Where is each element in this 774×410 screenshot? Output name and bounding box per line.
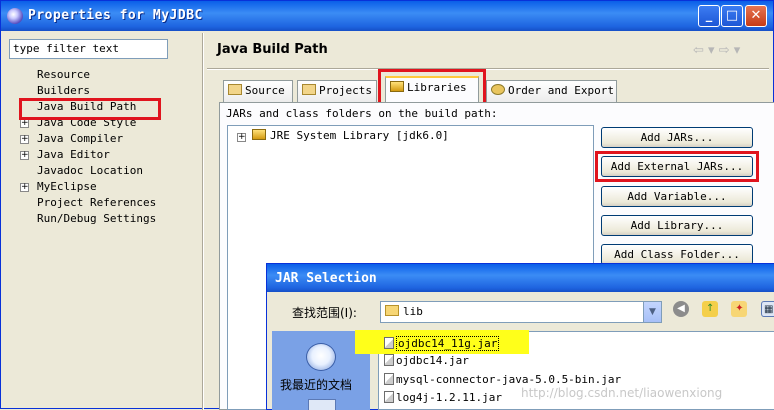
tree-item-builders[interactable]: Builders — [9, 83, 199, 99]
look-in-select[interactable]: lib ▼ — [380, 301, 662, 323]
dialog-toolbar: ◀ ↑ ✦ ▦ — [673, 301, 774, 323]
tree-item-javadoc-location[interactable]: Javadoc Location — [9, 163, 199, 179]
desktop-icon[interactable] — [308, 399, 336, 410]
expand-icon[interactable]: + — [20, 151, 29, 160]
jar-file-icon — [384, 373, 394, 385]
properties-window: Properties for MyJDBC _ □ ✕ type filter … — [0, 0, 774, 410]
back-arrow-icon[interactable]: ⇦ — [693, 43, 704, 58]
source-folder-icon — [228, 84, 242, 95]
annotation-box-external-jars — [595, 151, 759, 182]
file-item-ojdbc14-11g[interactable]: ojdbc14_11g.jar — [384, 336, 500, 351]
expand-icon[interactable]: + — [20, 119, 29, 128]
add-jars-button[interactable]: Add JARs... — [601, 127, 753, 148]
add-class-folder-button[interactable]: Add Class Folder... — [601, 244, 753, 265]
tree-item-run-debug-settings[interactable]: Run/Debug Settings — [9, 211, 199, 227]
tab-source[interactable]: Source — [223, 80, 293, 102]
dialog-title: JAR Selection — [275, 271, 377, 286]
recent-documents-icon[interactable] — [306, 343, 336, 371]
window-title: Properties for MyJDBC — [28, 8, 203, 23]
library-icon — [252, 129, 266, 140]
expand-icon[interactable]: + — [20, 183, 29, 192]
title-bar[interactable]: Properties for MyJDBC _ □ ✕ — [1, 1, 773, 31]
new-folder-icon[interactable]: ✦ — [731, 301, 748, 317]
pane-separator — [202, 33, 204, 410]
view-menu-icon[interactable]: ▦ — [760, 301, 774, 317]
projects-icon — [302, 84, 316, 95]
tree-item-java-compiler[interactable]: + Java Compiler — [9, 131, 199, 147]
jar-file-icon — [384, 337, 394, 349]
jar-file-icon — [384, 354, 394, 366]
list-item-jre[interactable]: + JRE System Library [jdk6.0] — [237, 129, 449, 143]
title-divider — [207, 68, 769, 70]
libraries-heading: JARs and class folders on the build path… — [226, 107, 498, 120]
chevron-down-icon[interactable]: ▼ — [643, 302, 661, 322]
nav-arrows: ⇦ ▾ ⇨ ▾ — [693, 43, 741, 58]
minimize-button[interactable]: _ — [698, 5, 720, 27]
dialog-title-bar[interactable]: JAR Selection — [267, 264, 774, 292]
forward-arrow-icon[interactable]: ⇨ — [719, 43, 730, 58]
file-item-mysql-connector[interactable]: mysql-connector-java-5.0.5-bin.jar — [384, 373, 621, 387]
add-variable-button[interactable]: Add Variable... — [601, 186, 753, 207]
annotation-box-build-path — [19, 98, 161, 120]
add-library-button[interactable]: Add Library... — [601, 215, 753, 236]
tree-item-java-editor[interactable]: + Java Editor — [9, 147, 199, 163]
order-export-icon — [491, 84, 505, 95]
app-icon — [7, 8, 23, 24]
file-item-ojdbc14[interactable]: ojdbc14.jar — [384, 354, 469, 368]
jar-file-icon — [384, 391, 394, 403]
up-folder-icon[interactable]: ↑ — [702, 301, 719, 317]
tab-projects[interactable]: Projects — [297, 80, 377, 102]
annotation-box-libraries — [378, 69, 486, 105]
close-button[interactable]: ✕ — [745, 5, 767, 27]
file-item-log4j[interactable]: log4j-1.2.11.jar — [384, 391, 502, 405]
back-icon[interactable]: ◀ — [673, 301, 689, 317]
property-tree: Resource Builders Java Build Path + Java … — [9, 67, 199, 227]
maximize-button[interactable]: □ — [721, 5, 743, 27]
look-in-label: 查找范围(I): — [292, 306, 357, 320]
expand-icon[interactable]: + — [237, 133, 246, 142]
tree-item-resource[interactable]: Resource — [9, 67, 199, 83]
tab-order-and-export[interactable]: Order and Export — [486, 80, 617, 102]
page-title: Java Build Path — [217, 42, 328, 57]
place-recent-documents[interactable]: 我最近的文档 — [280, 376, 352, 393]
expand-icon[interactable]: + — [20, 135, 29, 144]
tree-item-project-references[interactable]: Project References — [9, 195, 199, 211]
tree-item-myeclipse[interactable]: + MyEclipse — [9, 179, 199, 195]
filter-input[interactable]: type filter text — [9, 39, 168, 59]
watermark: http://blog.csdn.net/liaowenxiong — [521, 386, 723, 400]
folder-icon — [385, 305, 399, 316]
